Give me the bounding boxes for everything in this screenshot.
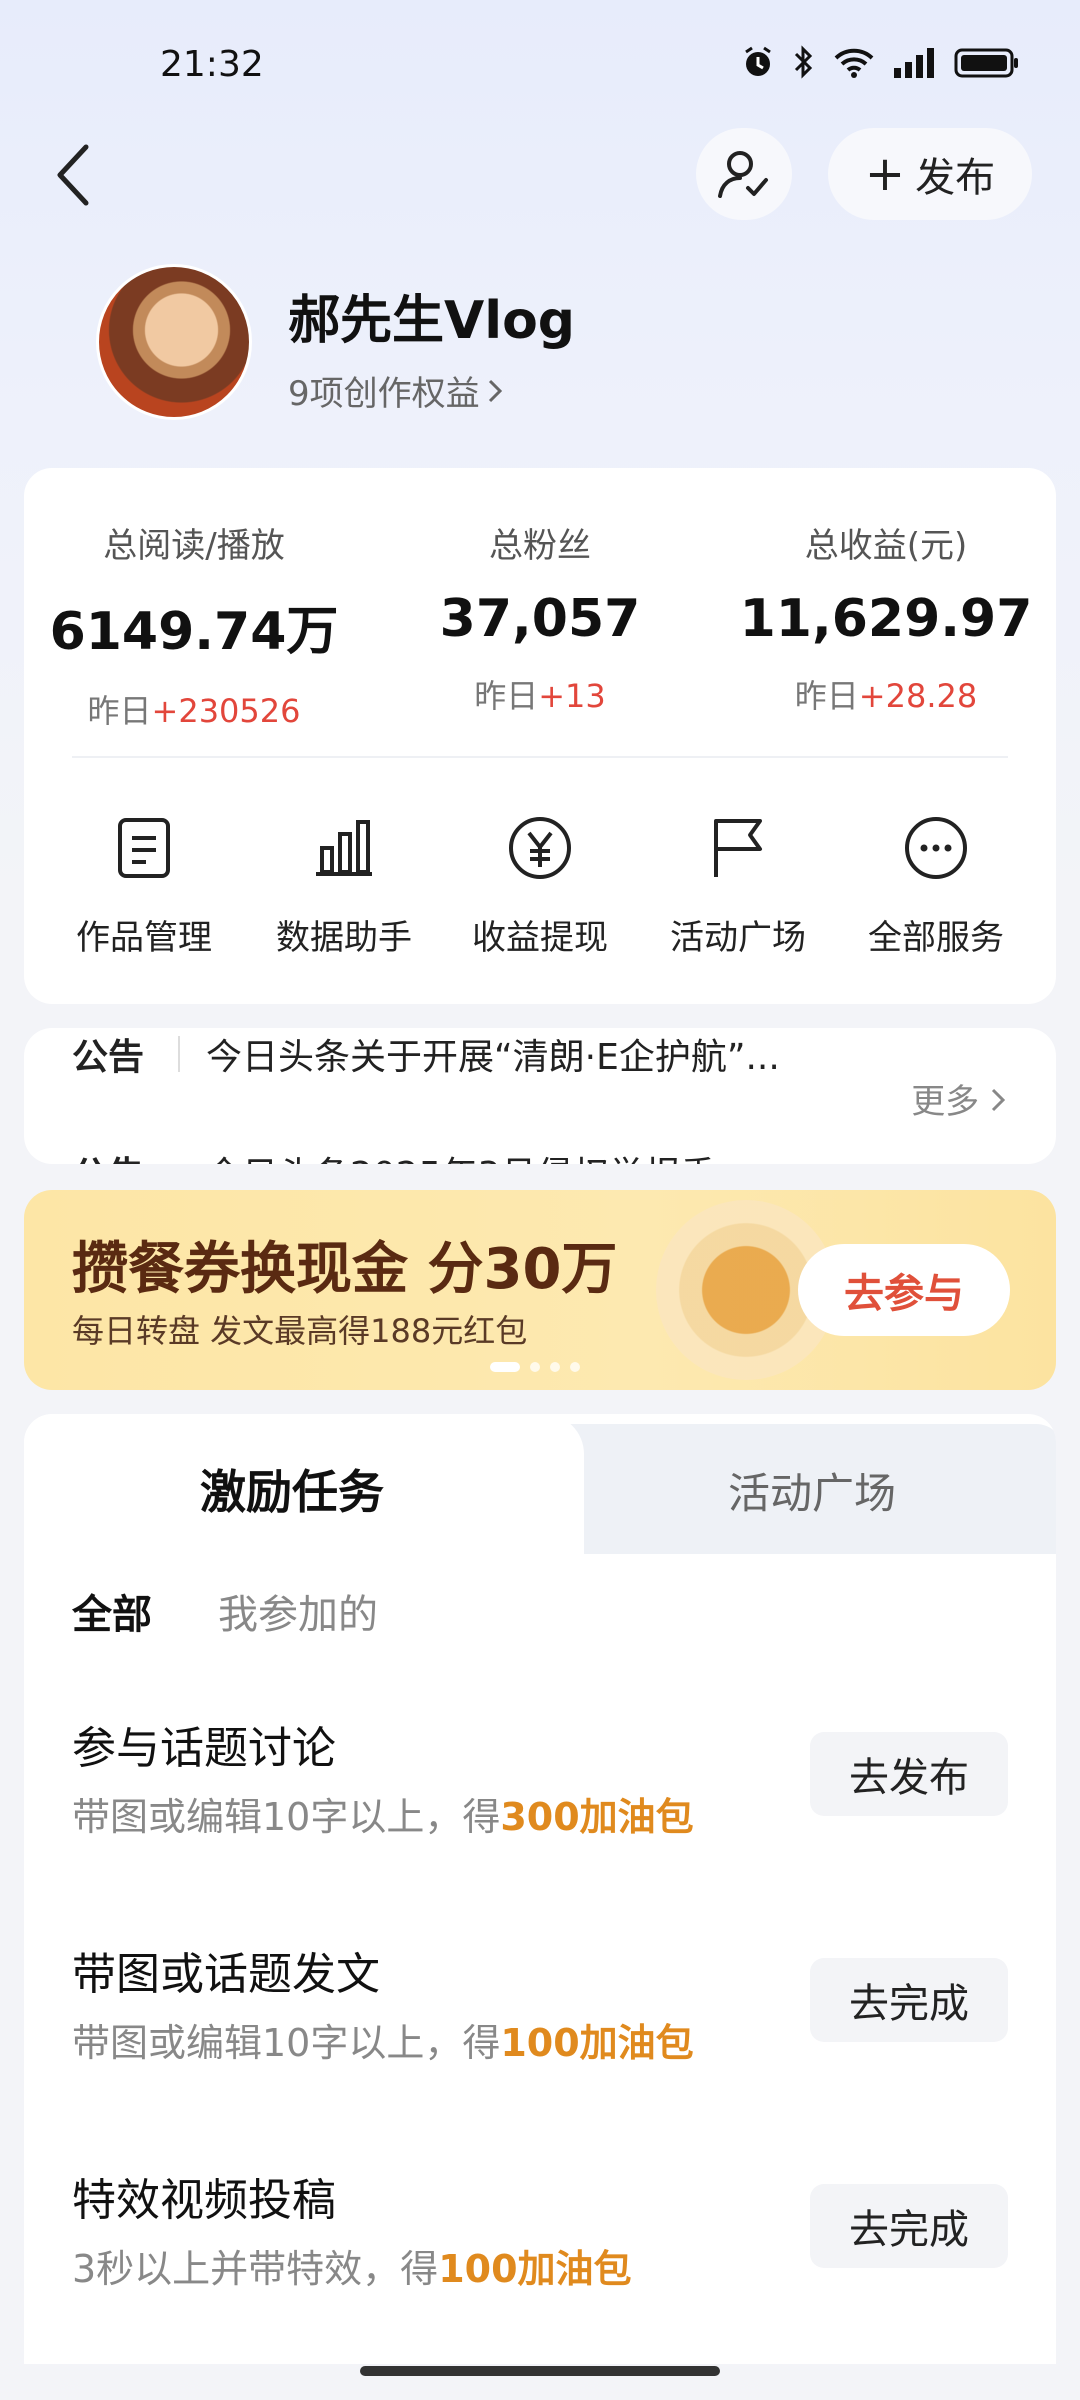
- stat-delta-value: +230526: [151, 692, 301, 730]
- stat-label: 总粉丝: [489, 526, 591, 566]
- task-title: 特效视频投稿: [72, 2175, 336, 2226]
- task-item: 参与话题讨论 带图或编辑10字以上，得300加油包 去发布: [24, 1712, 1056, 1892]
- carousel-dot: [530, 1362, 540, 1372]
- stat-delta: 昨日+28.28: [726, 671, 1046, 717]
- user-check-icon: [718, 151, 768, 198]
- battery-icon: [954, 48, 1018, 78]
- avatar[interactable]: [96, 264, 252, 420]
- banner-join-button[interactable]: 去参与: [798, 1244, 1010, 1336]
- chevron-right-icon: [991, 1088, 1006, 1112]
- filter-all[interactable]: 全部: [72, 1582, 152, 1640]
- publish-button[interactable]: + 发布: [828, 128, 1032, 220]
- quick-action-label: 全部服务: [868, 918, 1004, 958]
- task-desc-text: 3秒以上并带特效，得: [72, 2247, 439, 2291]
- quick-action-label: 数据助手: [276, 918, 412, 958]
- profile-name: 郝先生Vlog: [288, 291, 576, 351]
- banner-title: 攒餐券换现金 分30万: [72, 1237, 618, 1302]
- yuan-icon: [500, 808, 580, 888]
- task-desc-text: 带图或编辑10字以上，得: [72, 2021, 501, 2065]
- quick-action-label: 作品管理: [76, 918, 212, 958]
- status-icons: [740, 44, 1020, 80]
- stat-delta-value: +13: [538, 677, 606, 715]
- task-item: 带图或话题发文 带图或编辑10字以上，得100加油包 去完成: [24, 1938, 1056, 2118]
- task-desc-text: 带图或编辑10字以上，得: [72, 1795, 501, 1839]
- stat-total-income[interactable]: 总收益(元) 11,629.97 昨日+28.28: [726, 518, 1046, 717]
- stat-delta-prefix: 昨日: [87, 692, 152, 730]
- quick-action-all-services[interactable]: 全部服务: [836, 808, 1036, 959]
- chevron-right-icon: [488, 379, 502, 402]
- tab-activity-plaza[interactable]: 活动广场: [728, 1460, 896, 1521]
- stat-delta-prefix: 昨日: [794, 677, 859, 715]
- document-icon: [104, 808, 184, 888]
- quick-action-label: 收益提现: [472, 918, 608, 958]
- status-time: 21:32: [160, 44, 264, 85]
- carousel-dot: [550, 1362, 560, 1372]
- stat-delta-value: +28.28: [858, 677, 978, 715]
- notice-more-link[interactable]: 更多: [911, 1074, 1006, 1123]
- home-indicator[interactable]: [360, 2366, 720, 2376]
- tab-incentive-tasks[interactable]: 激励任务: [200, 1456, 384, 1522]
- task-reward: 300加油包: [500, 1795, 694, 1839]
- task-reward: 100加油包: [500, 2021, 694, 2065]
- stat-delta: 昨日+13: [390, 671, 690, 717]
- stat-total-reads[interactable]: 总阅读/播放 6149.74万 昨日+230526: [44, 518, 344, 732]
- quick-action-label: 活动广场: [670, 918, 806, 958]
- promo-banner[interactable]: 攒餐券换现金 分30万 每日转盘 发文最高得188元红包 去参与: [24, 1190, 1056, 1390]
- task-desc: 带图或编辑10字以上，得300加油包: [72, 1786, 694, 1841]
- chevron-left-icon: [57, 144, 89, 206]
- notice-card[interactable]: 公告 今日头条关于开展“清朗·E企护航”... 更多 公告 今日头条2025年3…: [24, 1028, 1056, 1164]
- publish-label: 发布: [915, 155, 996, 201]
- bluetooth-icon: [794, 45, 813, 79]
- quick-action-data[interactable]: 数据助手: [244, 808, 444, 959]
- flag-icon: [698, 808, 778, 888]
- notice-text[interactable]: 今日头条2025年3月侵权举报季...: [206, 1146, 751, 1164]
- signal-icon: [894, 48, 934, 78]
- task-desc: 3秒以上并带特效，得100加油包: [72, 2238, 632, 2293]
- plus-icon: +: [864, 146, 906, 202]
- divider: [72, 756, 1008, 758]
- alarm-icon: [745, 46, 771, 76]
- carousel-dot: [570, 1362, 580, 1372]
- task-action-button[interactable]: 去发布: [810, 1732, 1008, 1816]
- task-title: 参与话题讨论: [72, 1723, 336, 1774]
- stat-label: 总收益(元): [804, 526, 968, 566]
- stat-value: 11,629.97: [739, 589, 1033, 649]
- creator-benefits-link[interactable]: 9项创作权益: [288, 366, 504, 415]
- quick-action-activities[interactable]: 活动广场: [638, 808, 838, 959]
- stats-card: 总阅读/播放 6149.74万 昨日+230526 总粉丝 37,057 昨日+…: [24, 468, 1056, 1004]
- creator-benefits-label: 9项创作权益: [288, 374, 480, 414]
- stat-label: 总阅读/播放: [103, 526, 285, 566]
- filter-joined[interactable]: 我参加的: [218, 1582, 378, 1640]
- task-action-button[interactable]: 去完成: [810, 2184, 1008, 2268]
- banner-subtitle: 每日转盘 发文最高得188元红包: [72, 1312, 528, 1350]
- task-title: 带图或话题发文: [72, 1949, 380, 2000]
- notice-more-label: 更多: [911, 1082, 980, 1122]
- back-button[interactable]: [44, 140, 104, 210]
- quick-action-works[interactable]: 作品管理: [44, 808, 244, 959]
- stat-value: 37,057: [439, 589, 641, 649]
- notice-separator: [178, 1036, 180, 1072]
- carousel-dots: [490, 1362, 580, 1372]
- bar-chart-icon: [304, 808, 384, 888]
- wifi-icon: [834, 48, 874, 78]
- notice-text[interactable]: 今日头条关于开展“清朗·E企护航”...: [206, 1028, 780, 1080]
- stat-total-fans[interactable]: 总粉丝 37,057 昨日+13: [390, 518, 690, 717]
- task-reward: 100加油包: [438, 2247, 632, 2291]
- tasks-card: 激励任务 活动广场 全部 我参加的 参与话题讨论 带图或编辑10字以上，得300…: [24, 1414, 1056, 2364]
- user-follow-button[interactable]: [696, 128, 792, 220]
- task-action-button[interactable]: 去完成: [810, 1958, 1008, 2042]
- more-icon: [896, 808, 976, 888]
- stat-delta: 昨日+230526: [44, 686, 344, 732]
- notice-tag: 公告: [72, 1146, 144, 1164]
- stat-delta-prefix: 昨日: [474, 677, 539, 715]
- task-item: 特效视频投稿 3秒以上并带特效，得100加油包 去完成: [24, 2164, 1056, 2344]
- carousel-dot: [490, 1362, 520, 1372]
- notice-tag: 公告: [72, 1037, 145, 1078]
- stat-value: 6149.74万: [49, 602, 339, 662]
- quick-action-withdraw[interactable]: 收益提现: [440, 808, 640, 959]
- task-desc: 带图或编辑10字以上，得100加油包: [72, 2012, 694, 2067]
